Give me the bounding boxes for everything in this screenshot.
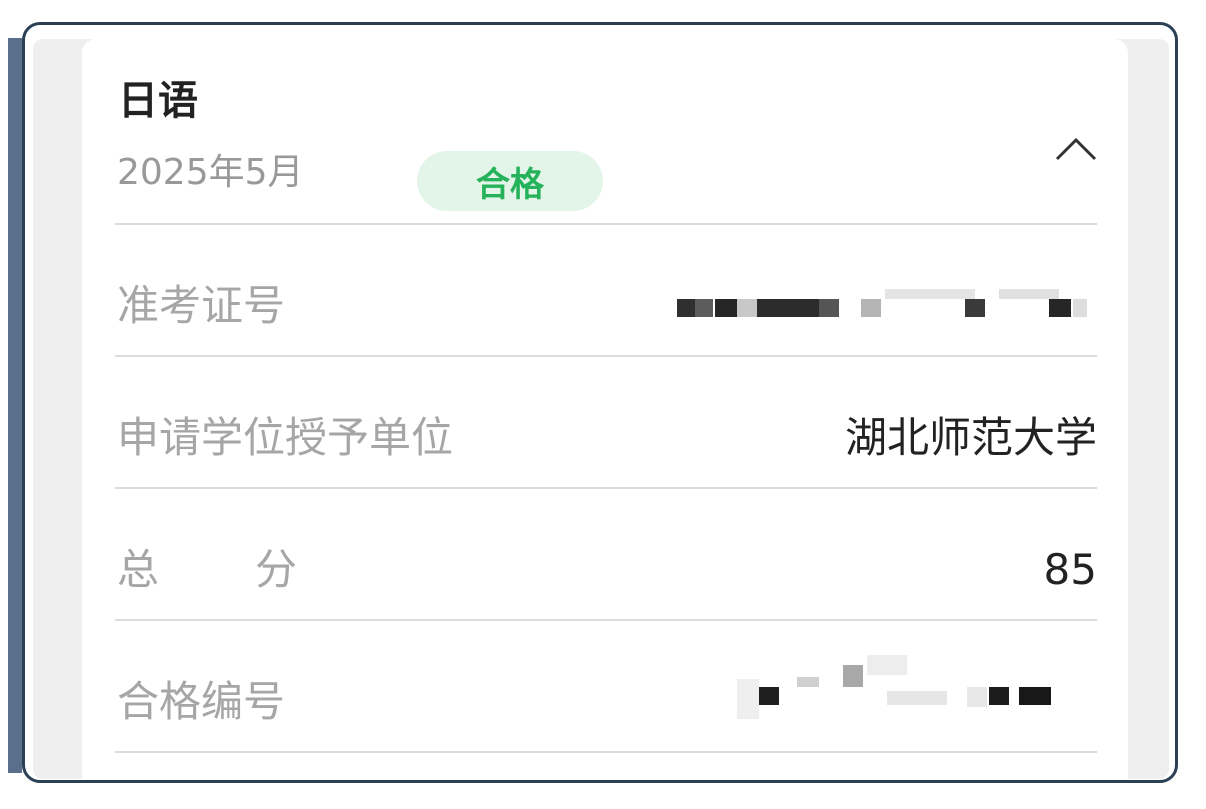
divider [115,223,1097,225]
label-degree-institution: 申请学位授予单位 [117,413,454,462]
exam-date: 2025年5月 [117,152,304,193]
label-total-score: 总分 [117,549,297,591]
screenshot-frame: 日语 2025年5月 合格 准考证号 申请学位授予单位 湖北师范大学 总 分 8… [22,22,1178,783]
divider [115,355,1097,357]
label-pass-number: 合格编号 [117,677,286,726]
score-card: 日语 2025年5月 合格 准考证号 申请学位授予单位 湖北师范大学 总 分 8… [82,39,1128,780]
redacted-pass-number [737,651,1097,719]
label-admission-number: 准考证号 [117,281,286,330]
chevron-up-icon[interactable] [1054,129,1098,169]
value-degree-institution: 湖北师范大学 [844,413,1097,462]
divider [115,619,1097,621]
label-total-part1: 总 [117,545,160,594]
redacted-admission-number [677,289,1097,329]
divider [115,751,1097,753]
label-total-part2: 分 [255,545,298,594]
divider [115,487,1097,489]
left-edge-strip [8,38,22,773]
value-total-score: 85 [1043,545,1097,594]
subject-title: 日语 [118,78,198,124]
status-badge: 合格 [417,151,603,211]
